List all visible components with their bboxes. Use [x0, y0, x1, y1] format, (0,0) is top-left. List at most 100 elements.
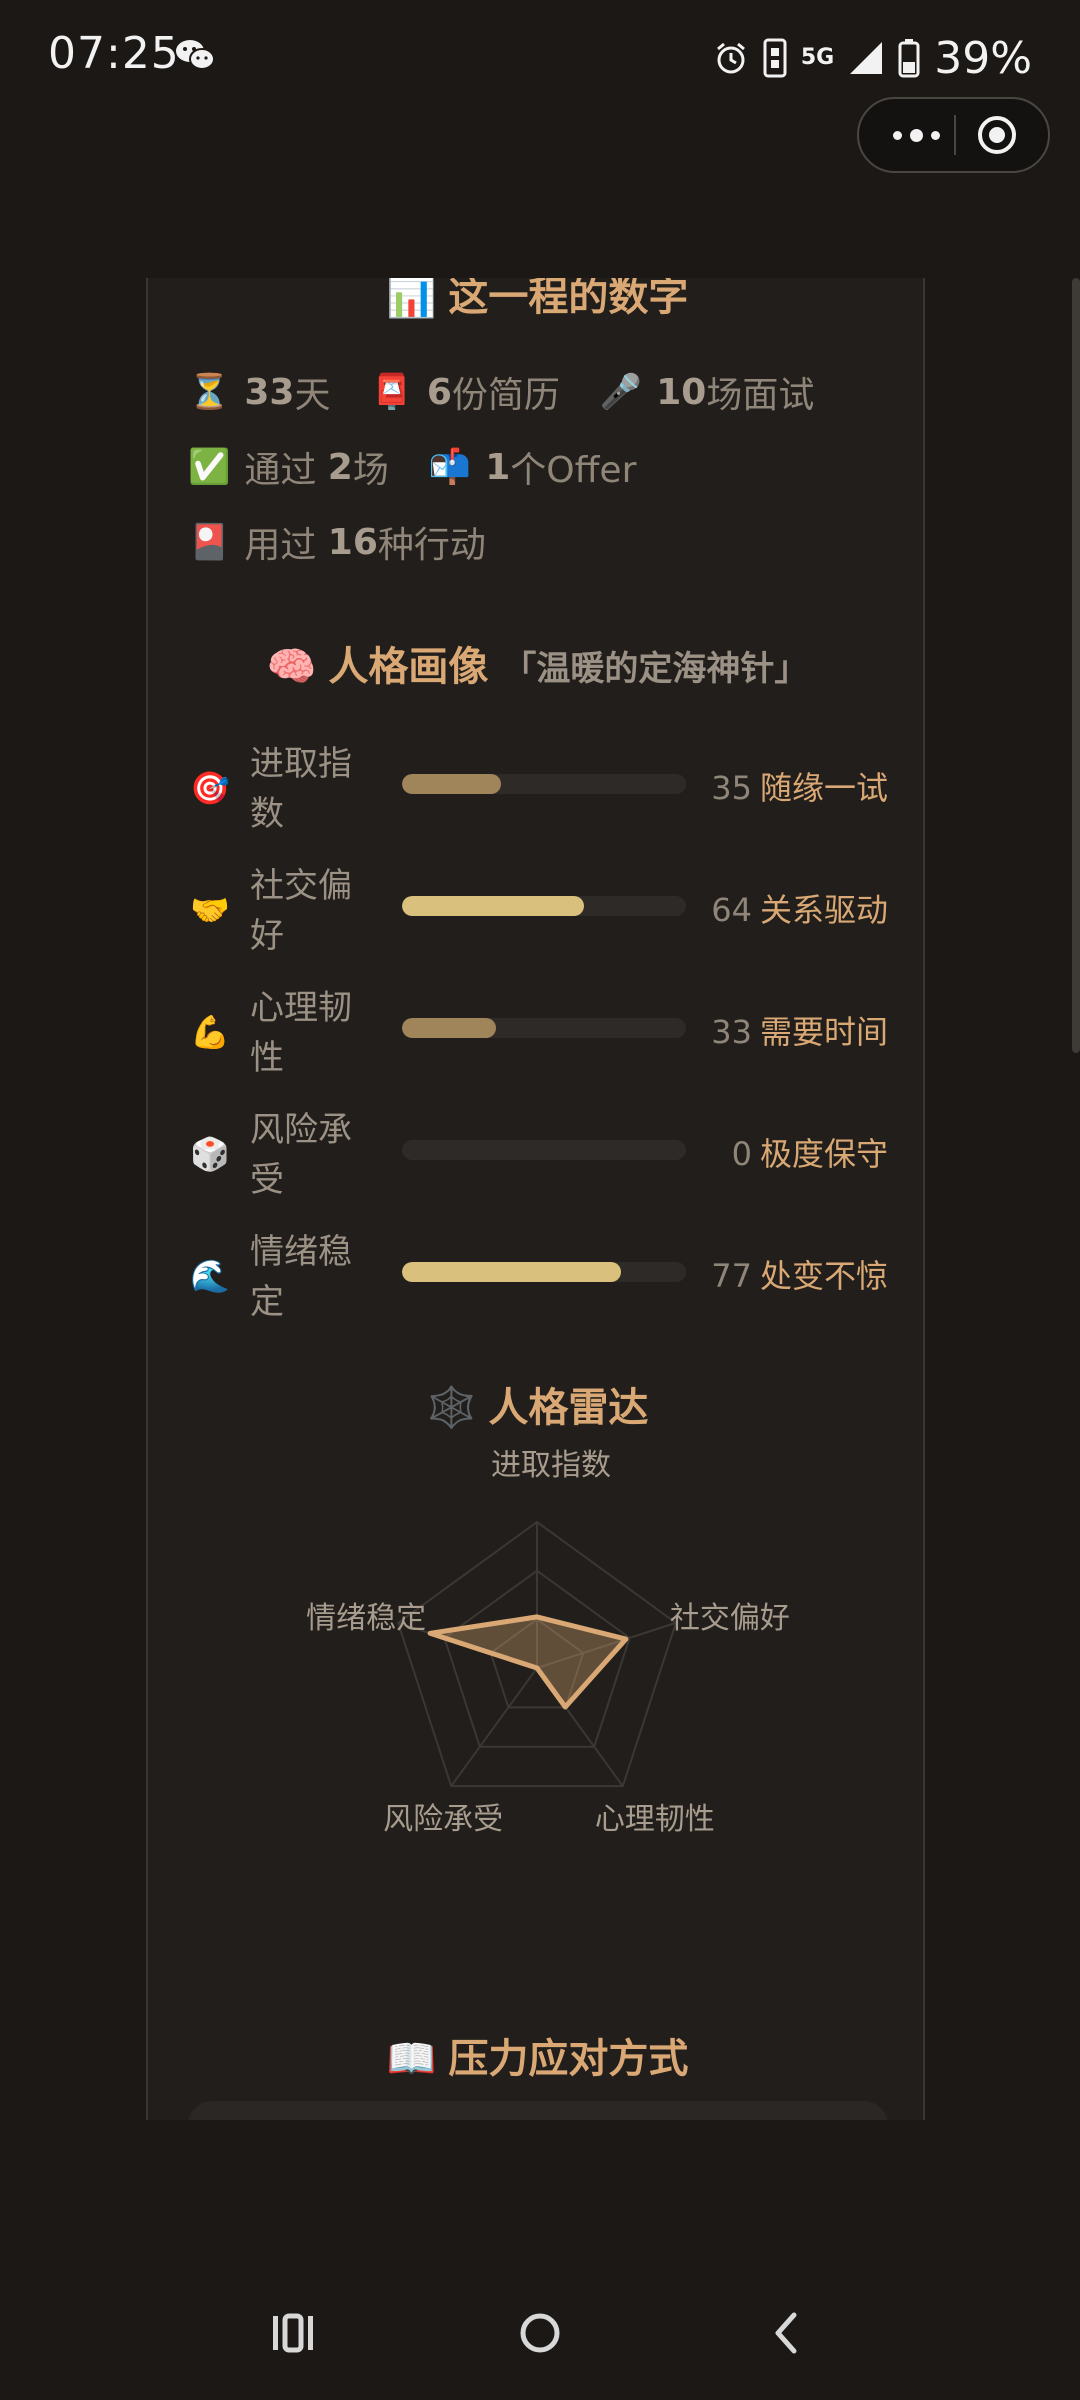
network-label: 5G: [800, 45, 835, 70]
trait-row: 🎲 风险承受 0 极度保守: [188, 1101, 888, 1211]
stat-unit: 场面试: [706, 375, 815, 416]
home-icon[interactable]: [518, 2310, 562, 2356]
stat-offers: 📬 1 个Offer: [429, 441, 637, 493]
status-icons: 5G 39%: [713, 28, 1032, 88]
capsule-divider: [954, 115, 956, 155]
stats-row-1: ⏳ 33 天 📮 6 份简历 🎤 10 场面试: [188, 364, 854, 420]
trait-progress-fill: [402, 774, 502, 794]
trait-row: 🎯 进取指数 35 随缘一试: [188, 735, 888, 845]
stress-content-box: [188, 2101, 888, 2120]
stress-title-text: 压力应对方式: [448, 2036, 689, 2082]
miniprogram-capsule: [857, 97, 1050, 173]
stats-row-3: 🎴 用过 16 种行动: [188, 514, 526, 570]
trait-score: 35: [711, 769, 752, 807]
trait-progress-fill: [402, 1262, 621, 1282]
recent-apps-icon[interactable]: [270, 2310, 316, 2356]
alarm-icon: [716, 42, 745, 74]
stats-title-text: 这一程的数字: [448, 278, 689, 320]
book-icon: 📖: [386, 2036, 437, 2082]
navigation-bar: [0, 2280, 1080, 2400]
trait-description: 关系驱动: [759, 891, 888, 929]
trait-score: 0: [731, 1135, 752, 1173]
hourglass-icon: ⏳: [188, 372, 231, 412]
target-close-icon[interactable]: [977, 115, 1017, 155]
dice-icon: 🎲: [190, 1135, 230, 1173]
trait-progress-bar: [402, 1262, 686, 1282]
trait-row: 🤝 社交偏好 64 关系驱动: [188, 857, 888, 967]
trait-score: 77: [711, 1257, 752, 1295]
persona-title: 🧠 人格画像 「温暖的定海神针」: [148, 634, 923, 692]
stat-unit: 个Offer: [510, 450, 637, 491]
persona-title-text: 人格画像: [328, 644, 489, 690]
flower-card-icon: 🎴: [188, 522, 231, 562]
spider-web-icon: 🕸️: [426, 1385, 477, 1431]
stat-value: 16: [327, 521, 378, 563]
trait-label: 情绪稳定: [250, 1232, 352, 1322]
trait-progress-bar: [402, 896, 686, 916]
stat-unit: 种行动: [377, 525, 486, 566]
trait-description: 需要时间: [759, 1013, 888, 1051]
stat-actions: 🎴 用过 16 种行动: [188, 516, 486, 568]
stat-prefix: 通过: [244, 450, 328, 491]
persona-radar-chart: 进取指数社交偏好心理韧性 风险承受 情绪稳定: [148, 1448, 923, 1943]
radar-title: 🕸️ 人格雷达: [148, 1375, 923, 1433]
back-icon[interactable]: [764, 2310, 810, 2356]
battery-icon: [898, 39, 920, 78]
trait-value: 77 处变不惊: [711, 1251, 888, 1297]
wechat-icon: [176, 40, 215, 70]
trait-value: 35 随缘一试: [711, 763, 888, 809]
radar-axis-label: 社交偏好: [669, 1600, 790, 1636]
trait-row: 💪 心理韧性 33 需要时间: [188, 979, 888, 1089]
wave-icon: 🌊: [190, 1257, 230, 1295]
trait-score: 33: [711, 1013, 752, 1051]
stress-title: 📖 压力应对方式: [148, 2026, 923, 2084]
radar-spoke: [450, 1667, 538, 1787]
sim-icon: [763, 38, 787, 78]
trait-description: 随缘一试: [759, 769, 888, 807]
radar-svg: [396, 1520, 678, 1788]
stats-title: 📊 这一程的数字: [148, 278, 923, 322]
stat-days: ⏳ 33 天: [188, 366, 330, 418]
stat-interviews: 🎤 10 场面试: [600, 366, 814, 418]
trait-description: 处变不惊: [759, 1257, 888, 1295]
trait-value: 0 极度保守: [732, 1129, 888, 1175]
radar-axis-label: 风险承受: [383, 1802, 504, 1838]
radar-title-text: 人格雷达: [488, 1385, 649, 1431]
stat-value: 6: [426, 371, 452, 413]
radar-axis-label: 进取指数: [491, 1448, 611, 1483]
stat-value: 2: [327, 446, 353, 488]
scrollbar[interactable]: [1072, 278, 1080, 1053]
radar-data-polygon: [427, 1614, 629, 1710]
handshake-icon: 🤝: [190, 891, 230, 929]
stats-row-2: ✅ 通过 2场 📬 1 个Offer: [188, 439, 676, 495]
stat-unit: 天: [294, 375, 331, 416]
report-card: 📊 这一程的数字 ⏳ 33 天 📮 6 份简历 🎤 10 场面试 ✅ 通过 2场 📬 1…: [146, 278, 925, 2120]
trait-progress-fill: [402, 896, 584, 916]
trait-progress-bar: [402, 774, 686, 794]
battery-level: 39%: [934, 32, 1032, 84]
stat-unit: 份简历: [451, 375, 560, 416]
radar-axis-label: 情绪稳定: [306, 1600, 427, 1636]
trait-label: 进取指数: [250, 744, 352, 834]
more-dots-icon[interactable]: [881, 99, 951, 171]
chart-icon: 📊: [386, 278, 437, 320]
status-bar: 07:25 5G 39%: [0, 0, 1080, 110]
radar-axis-label: 心理韧性: [594, 1802, 715, 1838]
trait-label: 心理韧性: [250, 988, 352, 1078]
stat-unit: 场: [352, 450, 389, 491]
trait-value: 33 需要时间: [711, 1007, 888, 1053]
trait-label: 风险承受: [250, 1110, 352, 1200]
stat-value: 1: [485, 446, 511, 488]
brain-icon: 🧠: [266, 644, 317, 690]
trait-value: 64 关系驱动: [711, 885, 888, 931]
mailbox-icon: 📬: [428, 447, 472, 487]
microphone-icon: 🎤: [599, 372, 643, 412]
postbox-icon: 📮: [370, 372, 413, 412]
flexed-arm-icon: 💪: [190, 1013, 230, 1051]
trait-row: 🌊 情绪稳定 77 处变不惊: [188, 1223, 888, 1333]
stat-prefix: 用过: [244, 525, 328, 566]
check-icon: ✅: [188, 447, 231, 487]
stat-value: 33: [244, 371, 295, 413]
stat-resumes: 📮 6 份简历: [370, 366, 559, 418]
signal-icon: [850, 42, 883, 74]
